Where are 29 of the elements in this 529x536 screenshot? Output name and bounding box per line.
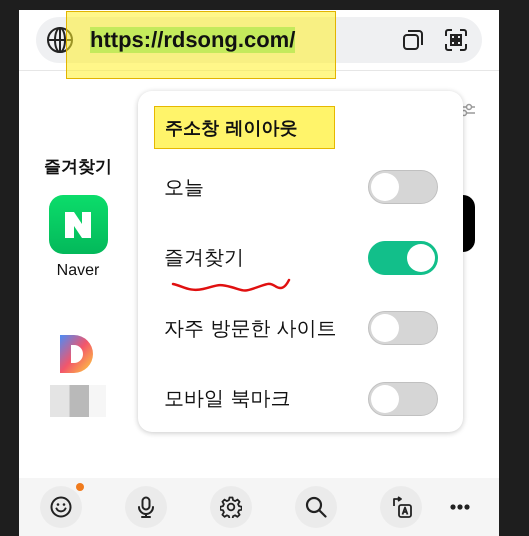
option-label: 모바일 북마크 bbox=[164, 385, 290, 412]
toggle-switch[interactable] bbox=[368, 240, 438, 275]
toolbar-button[interactable] bbox=[380, 486, 422, 528]
toolbar-button[interactable] bbox=[210, 486, 252, 528]
shortcut-label: Naver bbox=[56, 262, 100, 280]
popup-title: 주소창 레이아웃 bbox=[154, 106, 335, 149]
naver-icon[interactable] bbox=[48, 195, 108, 254]
address-bar[interactable]: https://rdsong.com/ bbox=[36, 17, 482, 63]
blurred-label bbox=[50, 385, 106, 417]
option-label: 즐겨찾기 bbox=[164, 244, 244, 272]
mic-icon bbox=[135, 496, 157, 518]
translate-icon bbox=[390, 496, 412, 518]
option-label: 오늘 bbox=[164, 174, 204, 201]
search-icon bbox=[305, 496, 327, 518]
section-title: 즐겨찾기 bbox=[44, 156, 112, 178]
tabs-icon[interactable] bbox=[402, 29, 424, 51]
toggle-switch[interactable] bbox=[368, 382, 438, 416]
toolbar-button[interactable] bbox=[40, 486, 82, 528]
toggle-switch[interactable] bbox=[368, 311, 438, 346]
option-label: 자주 방문한 사이트 bbox=[164, 314, 337, 342]
smiley-icon bbox=[50, 496, 72, 518]
url-text: https://rdsong.com/ bbox=[90, 27, 296, 53]
toolbar-button[interactable] bbox=[125, 486, 167, 528]
daum-icon[interactable] bbox=[60, 335, 96, 373]
toolbar-button[interactable] bbox=[295, 486, 337, 528]
scan-icon[interactable] bbox=[444, 28, 468, 52]
toggle-switch[interactable] bbox=[368, 170, 438, 204]
settings-icon bbox=[220, 496, 242, 518]
globe-icon bbox=[46, 26, 74, 54]
